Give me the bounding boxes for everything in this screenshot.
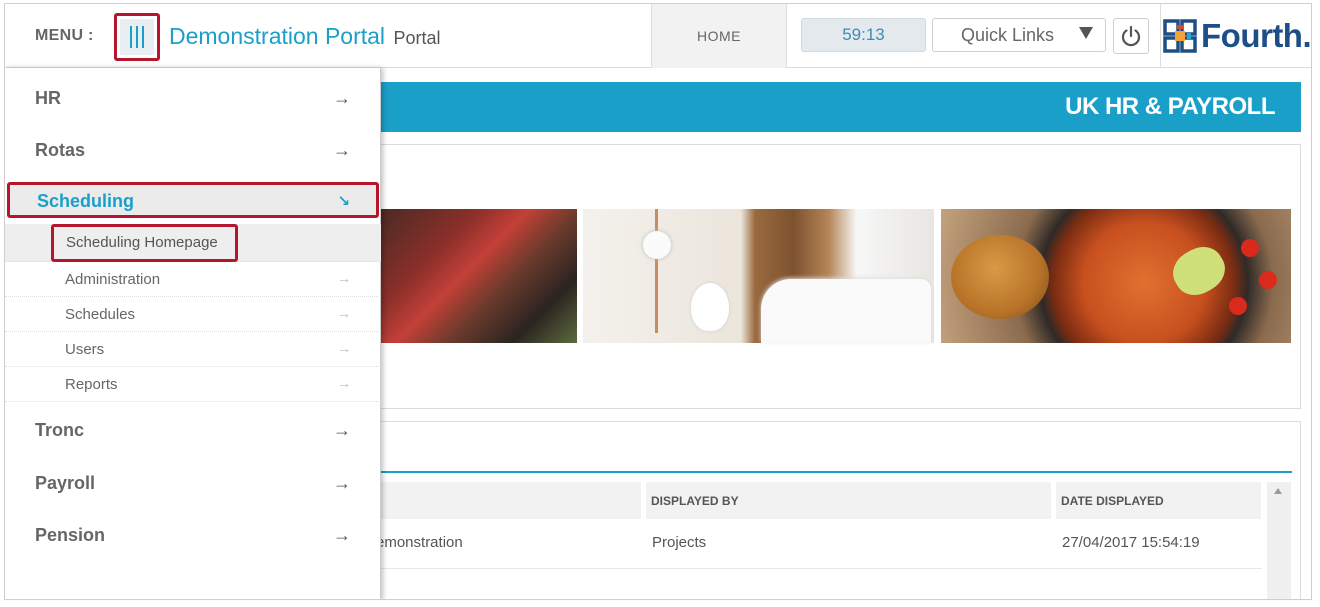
table-scrollbar[interactable]: [1267, 482, 1291, 599]
session-timer: 59:13: [801, 18, 926, 52]
menu-item-label: Scheduling: [37, 191, 135, 211]
home-tab[interactable]: HOME: [651, 4, 787, 68]
table-header-date-displayed: DATE DISPLAYED: [1056, 482, 1261, 519]
restaurant-photo: [381, 209, 577, 343]
messages-table-card: DISPLAYED BY DATE DISPLAYED emonstration…: [375, 421, 1301, 599]
submenu-item-label: Users: [65, 341, 105, 358]
section-banner: UK HR & PAYROLL: [375, 82, 1301, 132]
portal-title[interactable]: Demonstration Portal Portal: [169, 23, 440, 50]
arrow-right-icon: →: [337, 270, 351, 286]
arrow-right-icon: →: [333, 140, 351, 160]
arrow-right-icon: →: [337, 340, 351, 356]
table-header-title: [376, 482, 641, 519]
arrow-down-right-icon: ↘: [337, 193, 350, 210]
fourth-logo: Fourth.: [1163, 18, 1311, 54]
menu-item-payroll[interactable]: Payroll →: [5, 457, 381, 509]
menu-item-label: Payroll: [35, 473, 96, 493]
menu-item-label: Tronc: [35, 420, 85, 440]
submenu-item-users[interactable]: Users →: [5, 332, 381, 367]
menu-item-pension[interactable]: Pension →: [5, 509, 381, 561]
menu-item-rotas[interactable]: Rotas →: [5, 124, 381, 176]
menu-item-label: Pension: [35, 525, 106, 545]
menu-item-label: HR: [35, 88, 61, 108]
quick-links-dropdown[interactable]: Quick Links: [932, 18, 1106, 52]
menu-item-hr[interactable]: HR →: [5, 72, 381, 124]
menu-item-tronc[interactable]: Tronc →: [5, 404, 381, 456]
portal-title-main: Demonstration Portal: [169, 23, 386, 49]
fourth-logo-icon: [1163, 19, 1197, 53]
side-menu: HR → Rotas → Scheduling ↘ Scheduling Hom…: [5, 68, 381, 599]
top-header: MENU : Demonstration Portal Portal HOME …: [5, 4, 1311, 68]
scroll-up-icon[interactable]: [1274, 488, 1282, 494]
menu-item-scheduling[interactable]: Scheduling ↘: [7, 182, 379, 218]
arrow-right-icon: →: [337, 305, 351, 321]
hotel-room-photo: [583, 209, 934, 343]
table-cell-title[interactable]: emonstration: [376, 534, 463, 551]
arrow-right-icon: →: [333, 420, 351, 440]
arrow-right-icon: →: [333, 88, 351, 108]
logout-button[interactable]: [1113, 18, 1149, 54]
app-window: MENU : Demonstration Portal Portal HOME …: [4, 3, 1312, 600]
arrow-right-icon: →: [333, 525, 351, 545]
menu-bars-icon: [120, 19, 154, 55]
menu-label: MENU :: [35, 27, 94, 44]
table-cell-displayed-by: Projects: [652, 534, 707, 551]
table-header-displayed-by: DISPLAYED BY: [646, 482, 1051, 519]
banner-title: UK HR & PAYROLL: [1065, 93, 1275, 120]
dropdown-caret-icon: [1079, 27, 1093, 39]
submenu-item-label: Reports: [65, 376, 118, 393]
logo-wordmark: Fourth.: [1201, 17, 1312, 54]
table-cell-date: 27/04/2017 15:54:19: [1062, 534, 1200, 551]
menu-toggle-button[interactable]: [114, 13, 160, 61]
portal-title-suffix: Portal: [393, 28, 441, 48]
table-row-divider: [376, 568, 1262, 569]
header-divider: [1160, 4, 1161, 68]
submenu-item-reports[interactable]: Reports →: [5, 367, 381, 402]
submenu-item-scheduling-homepage[interactable]: Scheduling Homepage: [51, 224, 238, 262]
submenu-item-label: Scheduling Homepage: [66, 234, 218, 251]
submenu-item-administration[interactable]: Administration →: [5, 262, 381, 297]
submenu-item-label: Schedules: [65, 306, 136, 323]
power-icon: [1121, 25, 1141, 47]
submenu-item-schedules[interactable]: Schedules →: [5, 297, 381, 332]
table-divider: [376, 471, 1292, 473]
arrow-right-icon: →: [337, 375, 351, 391]
quick-links-label: Quick Links: [961, 24, 1055, 45]
arrow-right-icon: →: [333, 473, 351, 493]
menu-item-label: Rotas: [35, 140, 86, 160]
image-gallery: [375, 144, 1301, 409]
noodle-soup-photo: [941, 209, 1291, 343]
submenu-item-label: Administration: [65, 271, 161, 288]
